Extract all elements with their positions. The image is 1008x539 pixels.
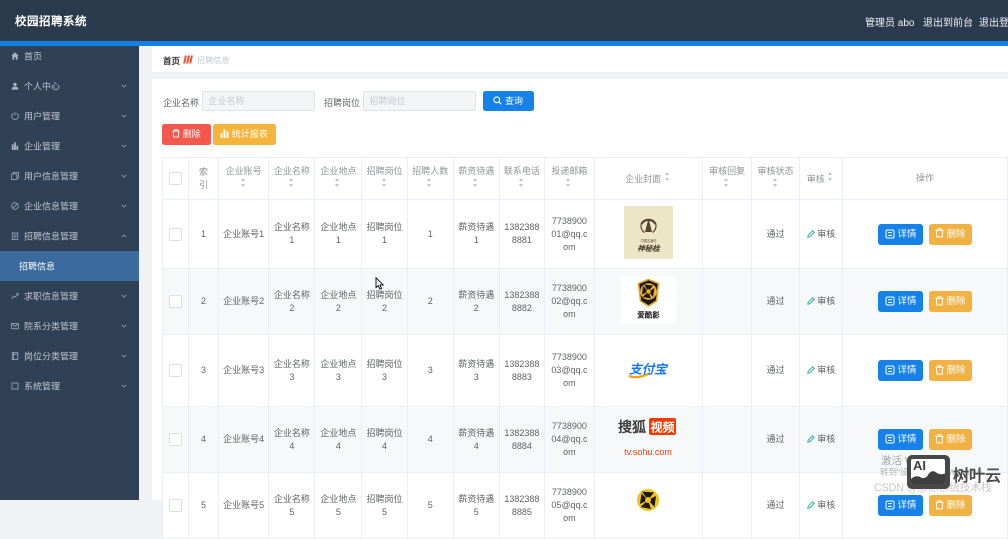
svg-text:爱酷影: 爱酷影 — [637, 309, 660, 319]
svg-text:视频: 视频 — [651, 420, 675, 435]
svg-text:tv.sohu.com: tv.sohu.com — [624, 447, 672, 457]
svg-text:神秘桂: 神秘桂 — [637, 244, 661, 253]
svg-text:支付宝: 支付宝 — [630, 362, 669, 376]
svg-text:中国名酒坊: 中国名酒坊 — [640, 238, 657, 243]
svg-text:搜狐: 搜狐 — [618, 419, 646, 435]
